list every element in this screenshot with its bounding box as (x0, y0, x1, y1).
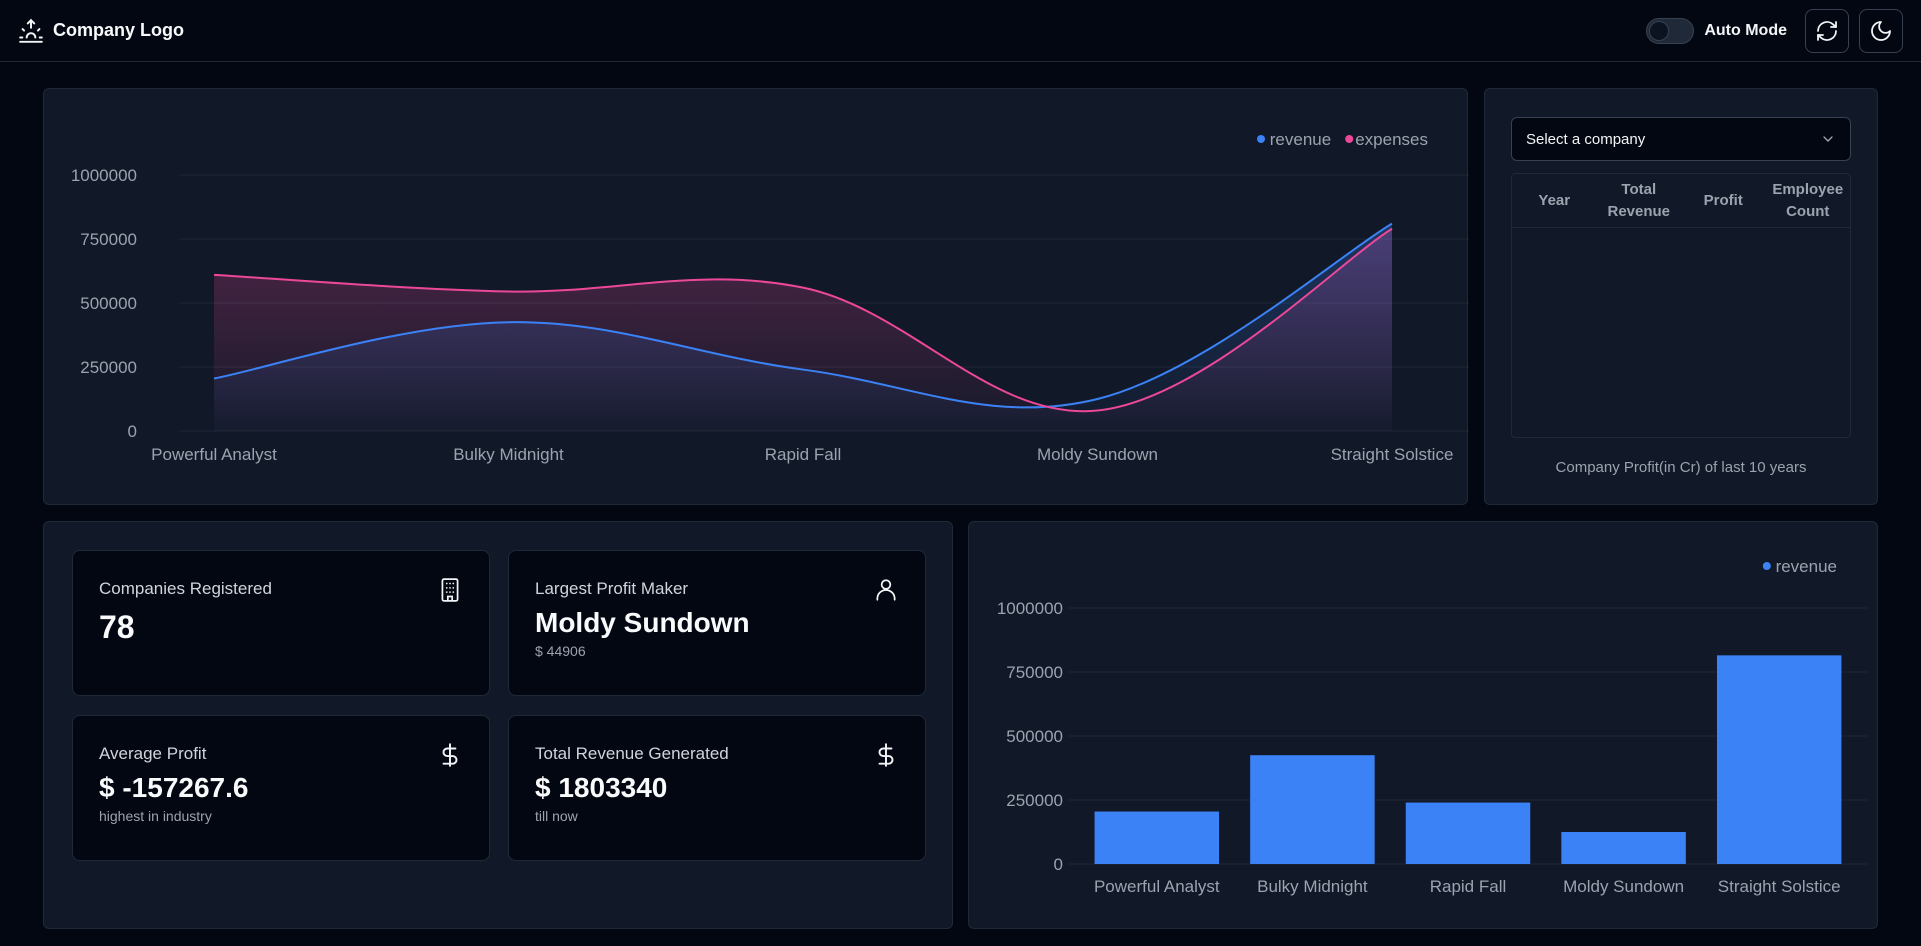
revenue-expenses-line-chart: 0 250000 500000 750000 1000000 Powerful Anal… (71, 130, 1476, 464)
auto-mode-toggle[interactable] (1646, 17, 1695, 44)
largest-profit-maker-stat: Largest Profit Maker Moldy Sundown $ 449… (508, 550, 926, 696)
stat-sub: $ 44906 (535, 643, 586, 659)
chevron-down-icon (1823, 136, 1833, 142)
column-header-profit[interactable]: Profit (1681, 190, 1766, 212)
toggle-knob (1649, 20, 1670, 41)
x-tick-label: Moldy Sundown (1037, 445, 1158, 464)
y-tick-label: 1000000 (71, 166, 137, 185)
company-select-placeholder: Select a company (1526, 130, 1646, 148)
x-tick-label: Straight Solstice (1718, 877, 1841, 896)
stat-sub: highest in industry (99, 808, 212, 824)
dollar-icon (878, 743, 894, 767)
building-icon (441, 578, 459, 602)
logo-text: Company Logo (53, 20, 184, 40)
column-header-total-revenue[interactable]: Total Revenue (1597, 179, 1682, 223)
stats-card: Companies Registered 78 Largest Profit M… (43, 521, 953, 929)
x-tick-label: Straight Solstice (1331, 445, 1454, 464)
bar-revenue[interactable] (1094, 811, 1220, 864)
top-bar: Company Logo Auto Mode (0, 0, 1921, 62)
stat-value: $ 1803340 (535, 772, 668, 803)
y-tick-label: 0 (128, 422, 137, 441)
stat-value: Moldy Sundown (535, 607, 750, 638)
y-tick-label: 250000 (1006, 791, 1063, 810)
stat-label: Average Profit (99, 744, 207, 763)
legend-dot-revenue (1762, 562, 1771, 570)
stat-label: Total Revenue Generated (535, 744, 729, 763)
x-tick-label: Bulky Midnight (1257, 877, 1368, 896)
stat-sub: till now (535, 808, 578, 824)
x-tick-label: Powerful Analyst (151, 445, 277, 464)
revenue-bar-chart: 0 250000 500000 750000 1000000 Powerful Anal… (997, 557, 1867, 896)
legend-label-revenue[interactable]: revenue (1776, 557, 1837, 576)
refresh-icon (1817, 20, 1837, 41)
average-profit-stat: Average Profit $ -157267.6 highest in in… (72, 715, 490, 861)
legend-label-expenses[interactable]: expenses (1355, 130, 1428, 149)
legend-dot-expenses (1345, 135, 1354, 143)
total-revenue-stat: Total Revenue Generated $ 1803340 till n… (508, 715, 926, 861)
bar-revenue[interactable] (1405, 802, 1531, 864)
company-logo[interactable]: Company Logo (18, 18, 184, 44)
sunrise-logo-icon (19, 18, 43, 43)
y-tick-label: 500000 (80, 294, 137, 313)
y-tick-label: 0 (1054, 855, 1063, 874)
legend-dot-revenue (1257, 135, 1265, 143)
user-icon (876, 579, 896, 601)
y-tick-label: 250000 (80, 358, 137, 377)
bar-revenue[interactable] (1250, 755, 1375, 864)
companies-registered-stat: Companies Registered 78 (72, 550, 490, 696)
revenue-expenses-chart-card: 0 250000 500000 750000 1000000 Powerful Anal… (43, 88, 1476, 505)
bar-revenue[interactable] (1561, 832, 1686, 864)
theme-toggle-button[interactable] (1859, 8, 1903, 53)
y-tick-label: 500000 (1006, 727, 1063, 746)
company-select[interactable]: Select a company (1511, 117, 1851, 161)
y-tick-label: 750000 (80, 230, 137, 249)
stat-label: Companies Registered (99, 579, 272, 598)
x-tick-label: Powerful Analyst (1094, 877, 1220, 896)
y-tick-label: 750000 (1006, 663, 1063, 682)
x-tick-label: Rapid Fall (1430, 877, 1507, 896)
column-header-year[interactable]: Year (1512, 190, 1597, 212)
revenue-bar-chart-card: 0 250000 500000 750000 1000000 Powerful Anal… (968, 521, 1878, 929)
refresh-button[interactable] (1805, 8, 1849, 53)
bar-revenue[interactable] (1716, 655, 1842, 864)
x-tick-label: Bulky Midnight (453, 445, 564, 464)
dollar-icon (442, 743, 458, 767)
stat-value: 78 (99, 609, 135, 645)
table-caption: Company Profit(in Cr) of last 10 years (1555, 459, 1807, 476)
auto-mode-label: Auto Mode (1704, 21, 1787, 39)
company-profit-card: Select a company Year Total Revenue Prof… (1484, 88, 1878, 505)
company-profit-table: Year Total Revenue Profit Employee Count (1511, 173, 1851, 438)
y-tick-label: 1000000 (997, 599, 1063, 618)
x-tick-label: Rapid Fall (765, 445, 842, 464)
stat-label: Largest Profit Maker (535, 579, 689, 598)
moon-icon (1871, 20, 1891, 41)
column-header-employee-count[interactable]: Employee Count (1766, 179, 1851, 223)
stat-value: $ -157267.6 (99, 772, 249, 803)
table-header-row: Year Total Revenue Profit Employee Count (1512, 174, 1850, 228)
legend-label-revenue[interactable]: revenue (1270, 130, 1331, 149)
x-tick-label: Moldy Sundown (1563, 877, 1684, 896)
